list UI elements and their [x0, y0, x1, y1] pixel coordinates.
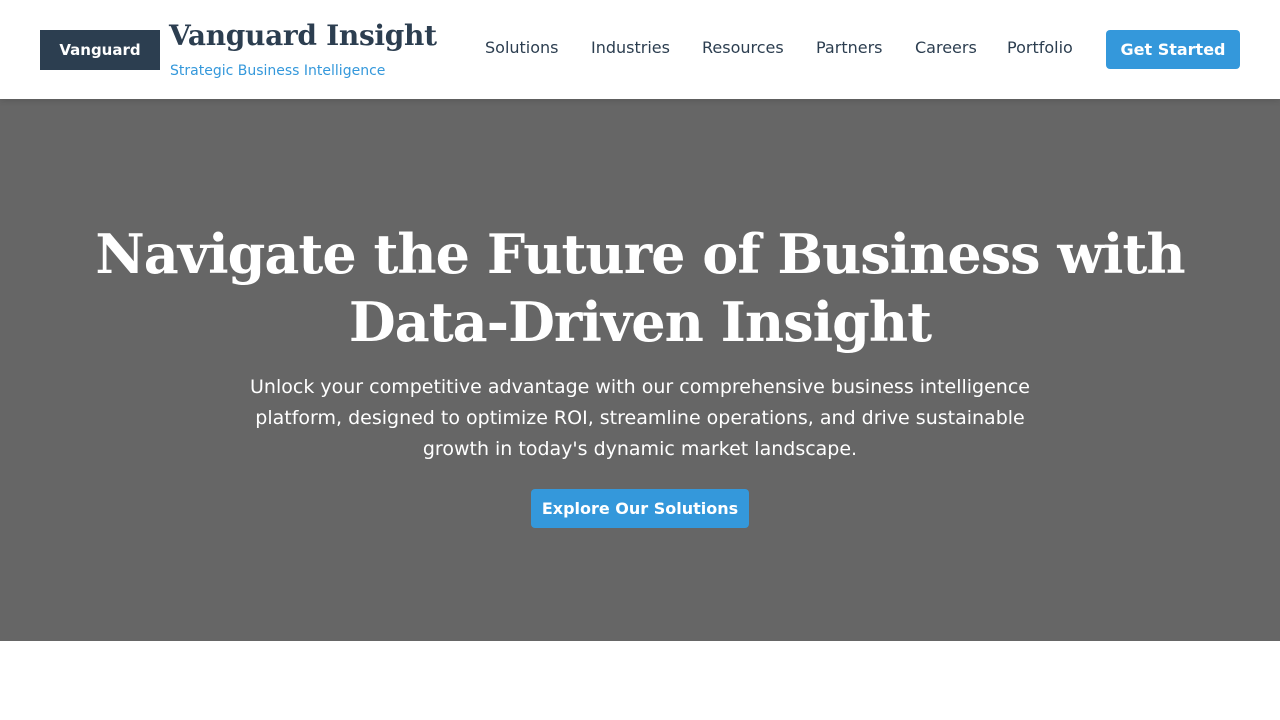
nav-link-partners[interactable]: Partners — [816, 38, 882, 60]
nav-link-industries[interactable]: Industries — [591, 38, 670, 60]
nav-link-careers[interactable]: Careers — [915, 38, 977, 60]
brand-subtitle: Strategic Business Intelligence — [170, 63, 386, 79]
explore-solutions-button[interactable]: Explore Our Solutions — [531, 489, 749, 528]
hero-title: Navigate the Future of Business with Dat… — [95, 222, 1185, 354]
nav-link-solutions[interactable]: Solutions — [485, 38, 559, 60]
get-started-button[interactable]: Get Started — [1106, 30, 1240, 69]
brand-title[interactable]: Vanguard Insight — [169, 19, 437, 52]
site-header: Vanguard Vanguard Insight Strategic Busi… — [0, 0, 1280, 99]
hero-description: Unlock your competitive advantage with o… — [250, 376, 1030, 460]
hero-section: Navigate the Future of Business with Dat… — [0, 99, 1280, 641]
nav-link-resources[interactable]: Resources — [702, 38, 784, 60]
logo-badge[interactable]: Vanguard — [40, 30, 160, 70]
nav-link-portfolio[interactable]: Portfolio — [1007, 38, 1073, 60]
